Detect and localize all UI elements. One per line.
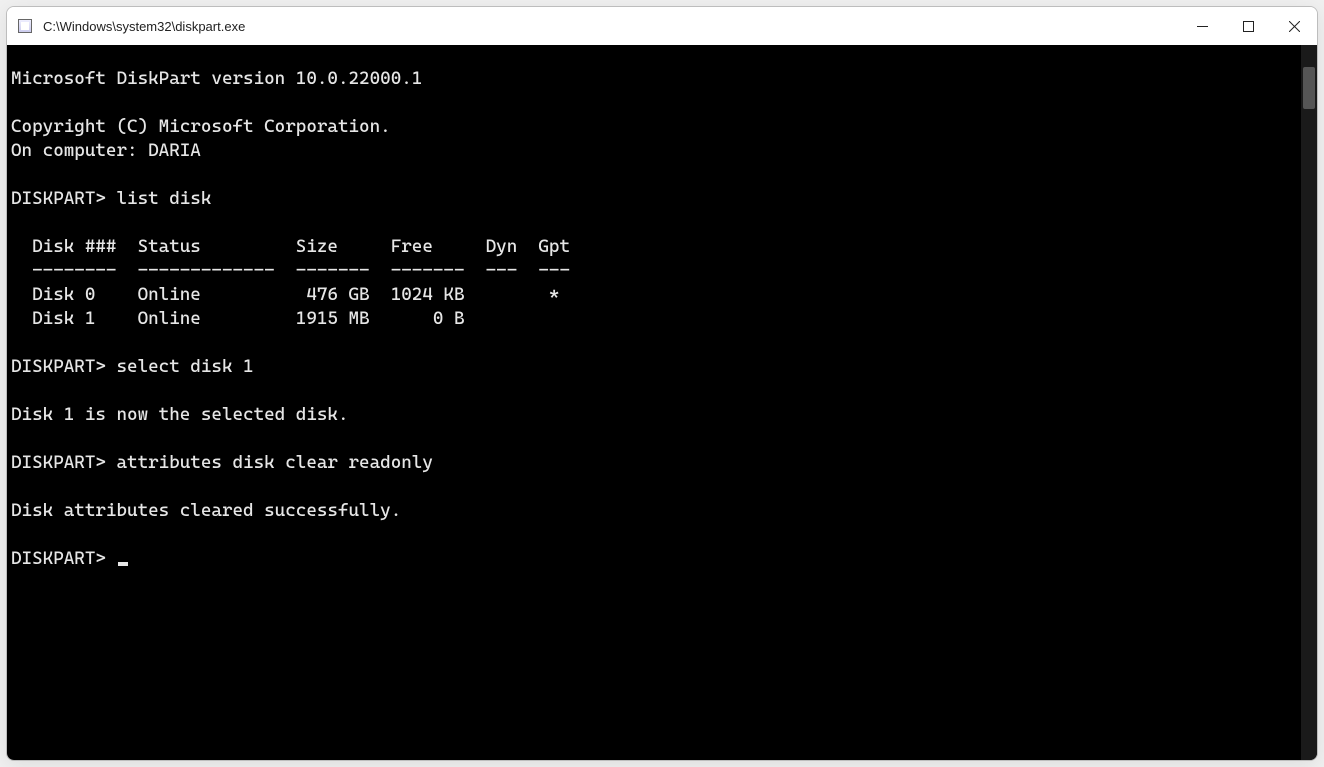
prompt: DISKPART> xyxy=(11,356,106,377)
prompt: DISKPART> xyxy=(11,548,106,569)
computer-line: On computer: DARIA xyxy=(11,140,201,161)
copyright-line: Copyright (C) Microsoft Corporation. xyxy=(11,116,391,137)
maximize-button[interactable] xyxy=(1225,7,1271,45)
msg-selected: Disk 1 is now the selected disk. xyxy=(11,404,349,425)
table-header: Disk ### Status Size Free Dyn Gpt xyxy=(11,236,570,257)
table-divider: -------- ------------- ------- ------- -… xyxy=(11,260,570,281)
minimize-button[interactable] xyxy=(1179,7,1225,45)
client-area: Microsoft DiskPart version 10.0.22000.1 … xyxy=(7,45,1317,760)
prompt: DISKPART> xyxy=(11,452,106,473)
cmd-clear-readonly: attributes disk clear readonly xyxy=(116,452,432,473)
table-row: Disk 1 Online 1915 MB 0 B xyxy=(11,308,465,329)
msg-cleared: Disk attributes cleared successfully. xyxy=(11,500,401,521)
close-button[interactable] xyxy=(1271,7,1317,45)
table-row: Disk 0 Online 476 GB 1024 KB * xyxy=(11,284,559,305)
window-title: C:\Windows\system32\diskpart.exe xyxy=(43,19,245,34)
console-window: C:\Windows\system32\diskpart.exe Microso… xyxy=(6,6,1318,761)
text-cursor xyxy=(118,562,128,566)
prompt: DISKPART> xyxy=(11,188,106,209)
cmd-select-disk: select disk 1 xyxy=(116,356,253,377)
app-icon xyxy=(17,18,33,34)
version-line: Microsoft DiskPart version 10.0.22000.1 xyxy=(11,68,422,89)
titlebar[interactable]: C:\Windows\system32\diskpart.exe xyxy=(7,7,1317,45)
cmd-list-disk: list disk xyxy=(116,188,211,209)
terminal-output[interactable]: Microsoft DiskPart version 10.0.22000.1 … xyxy=(7,45,1301,760)
scrollbar-thumb[interactable] xyxy=(1303,67,1315,109)
vertical-scrollbar[interactable] xyxy=(1301,45,1317,760)
